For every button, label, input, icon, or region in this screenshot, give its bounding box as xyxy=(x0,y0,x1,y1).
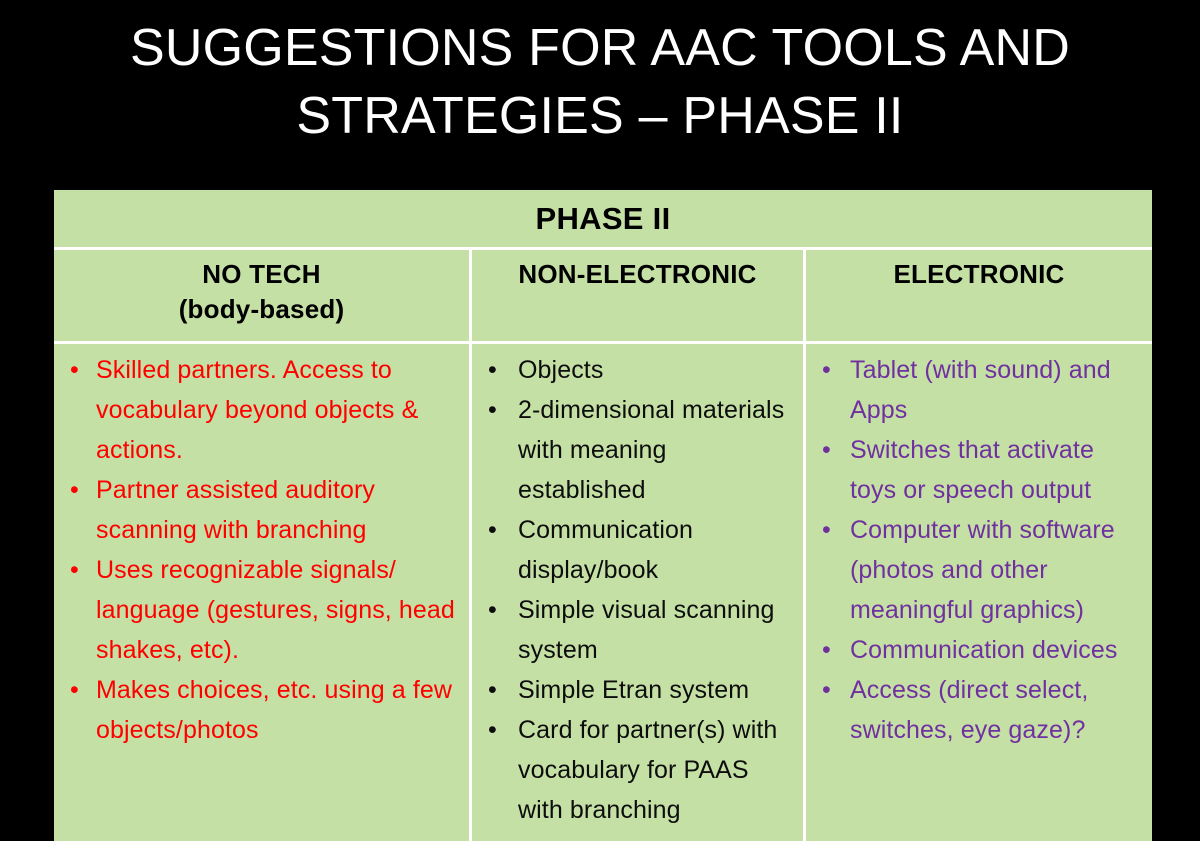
slide-canvas: SUGGESTIONS FOR AAC TOOLS AND STRATEGIES… xyxy=(0,0,1200,841)
list-item: Objects xyxy=(476,350,795,390)
list-non-electronic: Objects 2-dimensional materials with mea… xyxy=(476,350,795,830)
list-item: Switches that activate toys or speech ou… xyxy=(810,430,1144,510)
list-item: Simple visual scanning system xyxy=(476,590,795,670)
column-header-non-electronic-title: NON-ELECTRONIC xyxy=(518,259,757,289)
list-item: Partner assisted auditory scanning with … xyxy=(58,470,461,550)
list-item: Tablet (with sound) and Apps xyxy=(810,350,1144,430)
list-item: Communication devices xyxy=(810,630,1144,670)
list-item: Card for partner(s) with vocabulary for … xyxy=(476,710,795,830)
column-header-non-electronic: NON-ELECTRONIC xyxy=(472,250,806,341)
list-no-tech: Skilled partners. Access to vocabulary b… xyxy=(58,350,461,750)
list-item: Skilled partners. Access to vocabulary b… xyxy=(58,350,461,470)
list-item: Uses recognizable signals/ language (ges… xyxy=(58,550,461,670)
table-header-row: NO TECH (body-based) NON-ELECTRONIC ELEC… xyxy=(54,250,1152,344)
column-header-no-tech-subtitle: (body-based) xyxy=(178,294,345,324)
cell-non-electronic: Objects 2-dimensional materials with mea… xyxy=(472,344,806,841)
cell-electronic: Tablet (with sound) and Apps Switches th… xyxy=(806,344,1152,841)
aac-suggestions-table: PHASE II NO TECH (body-based) NON-ELECTR… xyxy=(54,190,1152,841)
list-item: Makes choices, etc. using a few objects/… xyxy=(58,670,461,750)
list-item: Access (direct select, switches, eye gaz… xyxy=(810,670,1144,750)
page-title: SUGGESTIONS FOR AAC TOOLS AND STRATEGIES… xyxy=(129,19,1071,145)
cell-no-tech: Skilled partners. Access to vocabulary b… xyxy=(54,344,472,841)
table-banner-row: PHASE II xyxy=(54,190,1152,250)
column-header-electronic-title: ELECTRONIC xyxy=(893,259,1065,289)
list-item: 2-dimensional materials with meaning est… xyxy=(476,390,795,510)
column-header-electronic: ELECTRONIC xyxy=(806,250,1152,341)
phase-banner-label: PHASE II xyxy=(535,200,671,236)
list-item: Simple Etran system xyxy=(476,670,795,710)
table-body-row: Skilled partners. Access to vocabulary b… xyxy=(54,344,1152,841)
list-item: Communication display/book xyxy=(476,510,795,590)
column-header-no-tech: NO TECH (body-based) xyxy=(54,250,472,341)
column-header-no-tech-title: NO TECH xyxy=(202,259,321,289)
list-item: Computer with software (photos and other… xyxy=(810,510,1144,630)
list-electronic: Tablet (with sound) and Apps Switches th… xyxy=(810,350,1144,750)
